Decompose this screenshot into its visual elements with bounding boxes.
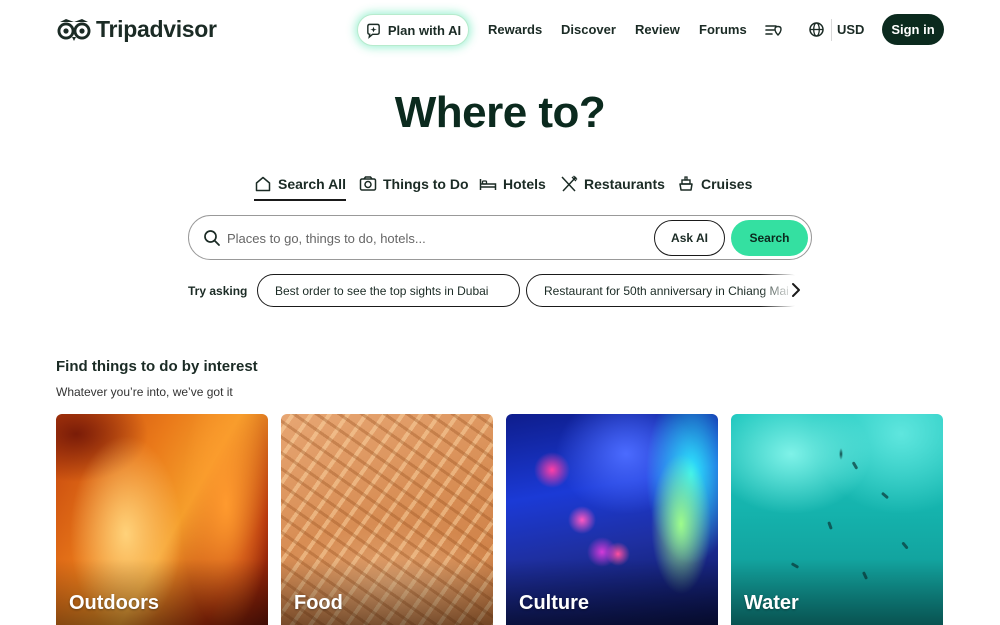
nav-rewards[interactable]: Rewards: [488, 22, 542, 37]
search-button[interactable]: Search: [731, 220, 808, 256]
search-category-tabs: Search All Things to Do Hotels Restauran…: [0, 170, 1000, 202]
nav-forums[interactable]: Forums: [699, 22, 747, 37]
tab-search-all-label: Search All: [278, 176, 346, 192]
interest-card-outdoors[interactable]: Outdoors: [56, 414, 268, 625]
tab-search-all[interactable]: Search All: [254, 172, 346, 201]
tab-cruises[interactable]: Cruises: [677, 172, 752, 196]
interest-card-label: Outdoors: [69, 592, 159, 614]
fish-decoration: [827, 521, 833, 530]
tripadvisor-logo[interactable]: Tripadvisor: [56, 16, 217, 43]
interests-section-subtitle: Whatever you’re into, we’ve got it: [56, 385, 233, 399]
currency-selector[interactable]: USD: [837, 22, 864, 37]
interest-card-food[interactable]: Food: [281, 414, 493, 625]
tab-restaurants-label: Restaurants: [584, 176, 665, 192]
trips-icon[interactable]: [764, 21, 783, 39]
fish-decoration: [851, 461, 859, 470]
main-search-bar: Ask AI Search: [188, 215, 812, 260]
home-icon: [255, 176, 271, 192]
interests-section-title: Find things to do by interest: [56, 358, 258, 375]
sign-in-button[interactable]: Sign in: [882, 14, 944, 45]
ticket-icon: [359, 176, 377, 191]
interest-card-label: Food: [294, 592, 343, 614]
globe-icon[interactable]: [808, 21, 825, 38]
tab-cruises-label: Cruises: [701, 176, 753, 192]
plan-with-ai-button[interactable]: Plan with AI: [357, 14, 469, 46]
plan-with-ai-label: Plan with AI: [387, 22, 462, 38]
logo-wordmark: Tripadvisor: [96, 16, 217, 42]
ask-ai-button[interactable]: Ask AI: [654, 220, 725, 256]
search-input[interactable]: [227, 224, 647, 252]
owl-logo-icon: [57, 18, 91, 41]
chevron-right-icon[interactable]: [788, 282, 804, 298]
ai-sparkle-icon: [367, 23, 380, 39]
search-icon: [204, 230, 220, 246]
bed-icon: [479, 179, 497, 190]
interest-card-label: Culture: [519, 592, 589, 614]
nav-review[interactable]: Review: [635, 22, 680, 37]
tab-things-to-do[interactable]: Things to Do: [359, 172, 469, 196]
tab-hotels-label: Hotels: [503, 176, 546, 192]
ship-icon: [679, 176, 693, 191]
tab-things-to-do-label: Things to Do: [383, 176, 469, 192]
nav-discover[interactable]: Discover: [561, 22, 616, 37]
tab-hotels[interactable]: Hotels: [479, 172, 546, 196]
hero-title: Where to?: [394, 88, 606, 137]
tab-restaurants[interactable]: Restaurants: [560, 172, 665, 196]
header-divider: [831, 19, 832, 41]
suggestion-chip[interactable]: Best order to see the top sights in Duba…: [257, 274, 520, 307]
interest-card-culture[interactable]: Culture: [506, 414, 718, 625]
try-asking-label: Try asking: [188, 284, 248, 298]
fish-decoration: [880, 491, 890, 500]
cutlery-icon: [561, 175, 578, 192]
interest-card-label: Water: [744, 592, 799, 614]
interest-card-water[interactable]: Water: [731, 414, 943, 625]
fish-decoration: [901, 541, 909, 550]
top-header: Tripadvisor Plan with AI Rewards Discove…: [0, 0, 1000, 60]
